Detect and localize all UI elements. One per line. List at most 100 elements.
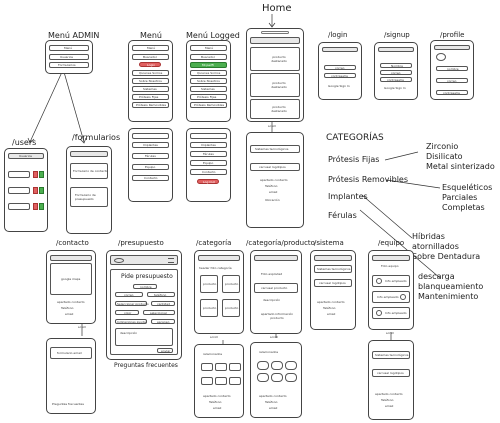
edit-user-button[interactable] xyxy=(39,187,44,194)
home-ubicacion-label: Ubicación xyxy=(265,198,280,202)
related-card[interactable] xyxy=(229,377,241,385)
menu-item-implantes[interactable]: Implantes xyxy=(132,142,169,148)
equipo-carrusel[interactable]: carrusel logotipos xyxy=(372,369,410,377)
profile-title: /profile xyxy=(440,31,465,39)
presupuesto-escaneo-field[interactable]: escaneo xyxy=(151,319,175,324)
home-product-1[interactable]: producto destacado xyxy=(250,47,300,71)
sistema-carrusel[interactable]: carrusel logotipos xyxy=(314,279,352,287)
related-card[interactable] xyxy=(229,363,241,371)
categoria-producto-title: /categoría/producto xyxy=(246,239,315,247)
contacto-email-form[interactable]: formulario email xyxy=(50,347,92,359)
menu-logged-item-sobre[interactable]: Sobre Nosotros xyxy=(190,78,227,84)
presupuesto-cantidad-field[interactable]: cantidad xyxy=(151,301,175,306)
menu-item-sobre[interactable]: Sobre Nosotros xyxy=(132,78,169,84)
profile-correo-field[interactable]: correo xyxy=(436,78,468,83)
home-product-2[interactable]: producto destacado xyxy=(250,73,300,97)
menu-logged-item-perfil[interactable]: Mi perfil xyxy=(190,62,227,68)
related-card[interactable] xyxy=(271,373,283,382)
presupuesto-producto-select[interactable]: Seleccionar producto xyxy=(115,301,149,306)
menu-logged-item-implantes[interactable]: Implantes xyxy=(190,142,227,148)
menu-logged-item-ferulas[interactable]: Férulas xyxy=(190,151,227,157)
home-sistemas[interactable]: Sistemas tecnológicos xyxy=(250,145,300,153)
menu-admin-item-formularios[interactable]: Formularios xyxy=(49,62,89,68)
menu-item-label: Prótesis Removibles xyxy=(136,103,167,107)
signup-nombre-field[interactable]: Nombre xyxy=(380,63,412,68)
related-card[interactable] xyxy=(257,361,269,370)
formulario-contacto-item[interactable]: Formulario de contacto xyxy=(70,163,108,179)
menu-item-ferulas[interactable]: Férulas xyxy=(132,153,169,159)
signup-phone: Nombre correo contraseña Google Sign In xyxy=(374,42,418,100)
home-carrusel[interactable]: carrusel logotipos xyxy=(250,163,300,171)
related-card[interactable] xyxy=(215,377,227,385)
categoria-producto-card[interactable]: producto xyxy=(222,275,240,293)
hamburger-icon[interactable] xyxy=(168,258,174,263)
carrusel-prev-icon[interactable]: ‹ xyxy=(254,288,255,291)
presupuesto-enviar-button[interactable]: enviar xyxy=(157,348,173,353)
menu-logged-item-quienes[interactable]: Quienes Somos xyxy=(190,70,227,76)
equipo-sistemas[interactable]: Sistemas tecnológicos xyxy=(372,351,410,359)
signup-password-field[interactable]: contraseña xyxy=(380,77,412,82)
login-google[interactable]: Google Sign In xyxy=(328,85,350,88)
login-password-field[interactable]: contraseña xyxy=(324,73,356,78)
menu-item-sistemas[interactable]: Sistemas xyxy=(132,86,169,92)
delete-user-button[interactable] xyxy=(33,203,38,210)
delete-user-button[interactable] xyxy=(33,187,38,194)
menu-item-fijas[interactable]: Prótesis Fijas xyxy=(132,94,169,100)
home-title: Home xyxy=(262,3,292,14)
menu-logged-item-fijas[interactable]: Prótesis Fijas xyxy=(190,94,227,100)
related-card[interactable] xyxy=(285,373,297,382)
producto-contacto-label: apartado contacto xyxy=(259,394,287,398)
edit-user-button[interactable] xyxy=(39,171,44,178)
menu-logged-item-sistemas[interactable]: Sistemas xyxy=(190,86,227,92)
presupuesto-indicaciones-field[interactable]: Indicaciones ayuda xyxy=(115,319,147,324)
categoria-producto-card[interactable]: producto xyxy=(222,299,240,317)
presupuesto-color-field[interactable]: color xyxy=(115,310,139,315)
menu-logged-item-equipo[interactable]: Equipo xyxy=(190,160,227,166)
menu-logged-item-logout[interactable]: Log Out xyxy=(197,179,219,184)
formulario-presupuesto-item[interactable]: Formulario de presupuesto xyxy=(70,187,108,207)
carrusel-next-icon[interactable]: › xyxy=(297,288,298,291)
menu-item-removibles[interactable]: Prótesis Removibles xyxy=(132,102,169,108)
menu-item-buscador[interactable]: Buscador xyxy=(132,54,169,60)
related-card[interactable] xyxy=(285,361,297,370)
product-label: producto destacado xyxy=(271,55,287,63)
signup-google[interactable]: Google Sign In xyxy=(384,87,406,90)
producto-carrusel[interactable]: carrusel producto xyxy=(254,283,298,293)
menu-logged-item-removibles[interactable]: Prótesis Removibles xyxy=(190,102,227,108)
presupuesto-correo-field[interactable]: correo xyxy=(115,292,143,297)
equipo-email-label: email xyxy=(385,404,394,408)
presupuesto-telefono-field[interactable]: teléfono xyxy=(147,292,175,297)
sistema-sistemas[interactable]: Sistemas tecnológicos xyxy=(314,265,352,273)
equipo-info-label: Info empleado xyxy=(377,295,399,299)
menu-logged-item-contacto[interactable]: Contacto xyxy=(190,169,227,175)
related-card[interactable] xyxy=(257,373,269,382)
menu-item-equipo[interactable]: Equipo xyxy=(132,164,169,170)
menu-title: Menú xyxy=(140,31,162,40)
home-product-3[interactable]: producto destacado xyxy=(250,99,300,119)
menu-logged-item-buscador[interactable]: Buscador xyxy=(190,54,227,60)
menu-item-quienes[interactable]: Quienes Somos xyxy=(132,70,169,76)
menu-item-contacto[interactable]: Contacto xyxy=(132,175,169,181)
avatar xyxy=(436,53,446,61)
menu-item-login[interactable]: Login xyxy=(139,62,161,67)
presupuesto-seleccionar-select[interactable]: seleccionar xyxy=(143,310,175,315)
edit-user-button[interactable] xyxy=(39,203,44,210)
categoria-producto-card[interactable]: producto xyxy=(200,275,218,293)
profile-nombre-field[interactable]: nombre xyxy=(436,66,468,71)
related-card[interactable] xyxy=(271,361,283,370)
menu-admin-item-usuarios[interactable]: Usuarios xyxy=(49,54,89,60)
presupuesto-nombre-field[interactable]: nombre xyxy=(133,284,157,289)
login-correo-field[interactable]: correo xyxy=(324,65,356,70)
signup-correo-field[interactable]: correo xyxy=(380,70,412,75)
related-card[interactable] xyxy=(201,363,213,371)
related-card[interactable] xyxy=(215,363,227,371)
delete-user-button[interactable] xyxy=(33,171,38,178)
categoria-producto-card[interactable]: producto xyxy=(200,299,218,317)
user-row xyxy=(8,171,30,178)
presupuesto-descripcion-field[interactable]: descripción xyxy=(115,328,173,346)
menu-item-label: Quienes Somos xyxy=(197,71,221,75)
profile-password-field[interactable]: contraseña xyxy=(436,90,468,95)
login-header xyxy=(322,47,358,52)
related-card[interactable] xyxy=(201,377,213,385)
contacto-map[interactable]: google maps xyxy=(50,263,92,295)
